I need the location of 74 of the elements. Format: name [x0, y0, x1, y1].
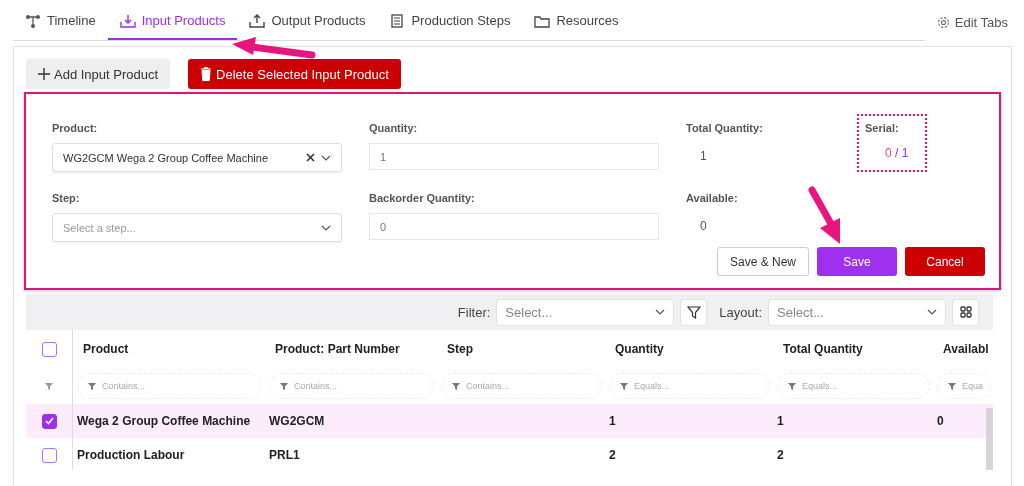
plus-icon [38, 68, 50, 80]
grid-icon [959, 306, 972, 318]
table-cell-text: Production Labour [76, 448, 186, 462]
tab[interactable]: Output Products [237, 3, 378, 40]
filter-icon [686, 305, 701, 319]
column-header[interactable]: Total Quantity [773, 342, 933, 356]
column-header[interactable]: Quantity [605, 342, 773, 356]
product-label: Product: [52, 122, 99, 134]
chevron-down-icon [321, 224, 331, 231]
filter-icon [948, 382, 956, 390]
folder-icon [534, 13, 551, 28]
select-all-checkbox[interactable] [41, 341, 57, 357]
backorder-quantity-input[interactable]: 0 [369, 213, 659, 240]
tab[interactable]: Input Products [107, 3, 238, 40]
row-checkbox[interactable] [41, 413, 57, 429]
backorder-quantity-label: Backorder Quantity: [369, 192, 476, 204]
filter-icon [788, 382, 796, 390]
settings-icon [936, 15, 950, 29]
table-cell-text: 1 [776, 414, 785, 428]
table-cell-text: 2 [776, 448, 785, 462]
step-select[interactable]: Select a step... [52, 213, 342, 242]
filter-label: Filter: [457, 304, 491, 320]
available-value: 0 [699, 218, 708, 235]
available-label: Available: [686, 192, 739, 204]
save-and-new-button[interactable]: Save & New [716, 247, 809, 276]
download-tray-icon [119, 13, 136, 28]
table-cell-text: 2 [608, 448, 617, 462]
row-checkbox[interactable] [41, 447, 57, 463]
filter-icon [280, 382, 288, 390]
cancel-button[interactable]: Cancel [905, 247, 985, 276]
add-input-product-button[interactable]: Add Input Product [26, 59, 171, 89]
layout-button[interactable] [952, 298, 979, 326]
filter-icon [620, 382, 628, 390]
save-button[interactable]: Save [817, 247, 897, 276]
column-header[interactable]: Step [437, 342, 605, 356]
annotation-arrow [808, 186, 840, 244]
clear-icon[interactable] [306, 153, 315, 162]
list-document-icon [389, 13, 406, 28]
serial-label: Serial: [865, 122, 900, 134]
trash-icon [200, 67, 213, 81]
filter-icon [452, 382, 460, 390]
quantity-input[interactable]: 1 [369, 143, 659, 170]
chevron-down-icon [927, 309, 937, 315]
delete-selected-button[interactable]: Delete Selected Input Product [188, 59, 401, 89]
total-quantity-label: Total Quantity: [686, 122, 764, 134]
tab[interactable]: Production Steps [377, 3, 523, 40]
product-select[interactable]: WG2GCM Wega 2 Group Coffee Machine [52, 143, 342, 172]
layout-select[interactable]: Select... [768, 298, 946, 326]
quantity-label: Quantity: [369, 122, 419, 134]
hierarchy-icon [25, 13, 41, 28]
filter-button[interactable] [680, 298, 708, 326]
table-cell-text: PRL1 [268, 448, 301, 462]
table-cell-text: Wega 2 Group Coffee Machine [76, 414, 252, 428]
edit-tabs-button[interactable]: Edit Tabs [930, 13, 1014, 31]
column-header[interactable]: Product [73, 342, 265, 356]
filter-icon [88, 382, 96, 390]
tab[interactable]: Timeline [13, 3, 108, 40]
serial-value: 0 / 1 [884, 146, 910, 160]
upload-tray-icon [249, 13, 266, 28]
column-header[interactable]: Product: Part Number [265, 342, 437, 356]
check-icon [44, 417, 54, 425]
scrollbar[interactable] [986, 408, 993, 470]
step-label: Step: [52, 192, 81, 204]
table-cell-text: WG2GCM [268, 414, 326, 428]
filter-select[interactable]: Select... [496, 298, 675, 326]
chevron-down-icon [321, 154, 331, 161]
layout-label: Layout: [719, 304, 762, 320]
chevron-down-icon [655, 309, 666, 315]
table-cell-text: 0 [936, 414, 945, 428]
total-quantity-value: 1 [699, 148, 708, 165]
column-header[interactable]: Availabl [933, 342, 993, 356]
tab[interactable]: Resources [522, 3, 631, 40]
filter-icon [45, 382, 53, 390]
table-cell-text: 1 [608, 414, 617, 428]
